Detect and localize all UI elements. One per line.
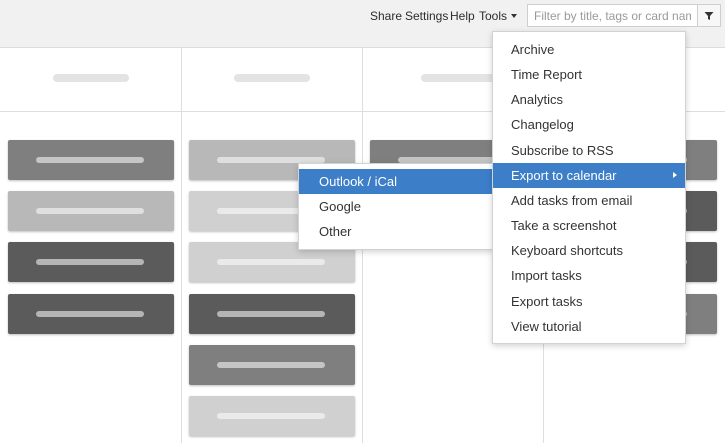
column-header (0, 48, 181, 112)
column-title-placeholder (53, 74, 129, 82)
card-title-placeholder (36, 259, 144, 265)
task-card[interactable] (8, 242, 174, 282)
menu-item-add-tasks-email[interactable]: Add tasks from email (493, 188, 685, 213)
menu-item-subscribe-rss[interactable]: Subscribe to RSS (493, 138, 685, 163)
task-card[interactable] (189, 396, 355, 436)
tools-dropdown-menu: Archive Time Report Analytics Changelog … (492, 31, 686, 344)
chevron-right-icon (673, 172, 677, 178)
menu-item-time-report[interactable]: Time Report (493, 62, 685, 87)
filter-button[interactable] (697, 4, 721, 27)
column-header (182, 48, 362, 112)
menu-item-analytics[interactable]: Analytics (493, 87, 685, 112)
task-card[interactable] (8, 140, 174, 180)
menu-item-export-tasks[interactable]: Export tasks (493, 289, 685, 314)
card-title-placeholder (36, 311, 144, 317)
export-calendar-submenu: Outlook / iCal Google Other (298, 163, 494, 250)
board-column (0, 48, 182, 443)
column-title-placeholder (234, 74, 310, 82)
card-title-placeholder (217, 413, 325, 419)
card-title-placeholder (36, 157, 144, 163)
task-card[interactable] (189, 294, 355, 334)
funnel-icon (704, 11, 714, 20)
menu-item-view-tutorial[interactable]: View tutorial (493, 314, 685, 339)
settings-link[interactable]: Settings (405, 9, 448, 23)
card-title-placeholder (36, 208, 144, 214)
menu-item-keyboard-shortcuts[interactable]: Keyboard shortcuts (493, 238, 685, 263)
menu-item-export-calendar[interactable]: Export to calendar (493, 163, 685, 188)
column-title-placeholder (421, 74, 497, 82)
card-title-placeholder (217, 259, 325, 265)
task-card[interactable] (189, 345, 355, 385)
menu-item-outlook-ical[interactable]: Outlook / iCal (299, 169, 493, 194)
task-card[interactable] (8, 294, 174, 334)
menu-item-google[interactable]: Google (299, 194, 493, 219)
tools-label: Tools (479, 9, 508, 23)
menu-item-label: Export to calendar (511, 168, 617, 183)
search-input[interactable] (527, 4, 697, 27)
menu-item-import-tasks[interactable]: Import tasks (493, 263, 685, 288)
tools-menu-button[interactable]: Tools (479, 9, 518, 23)
menu-item-take-screenshot[interactable]: Take a screenshot (493, 213, 685, 238)
menu-item-archive[interactable]: Archive (493, 37, 685, 62)
menu-item-changelog[interactable]: Changelog (493, 112, 685, 137)
card-title-placeholder (217, 311, 325, 317)
menu-item-other[interactable]: Other (299, 219, 493, 244)
share-link[interactable]: Share (370, 9, 402, 23)
card-title-placeholder (217, 362, 325, 368)
caret-down-icon (511, 14, 518, 18)
help-link[interactable]: Help (450, 9, 475, 23)
task-card[interactable] (8, 191, 174, 231)
